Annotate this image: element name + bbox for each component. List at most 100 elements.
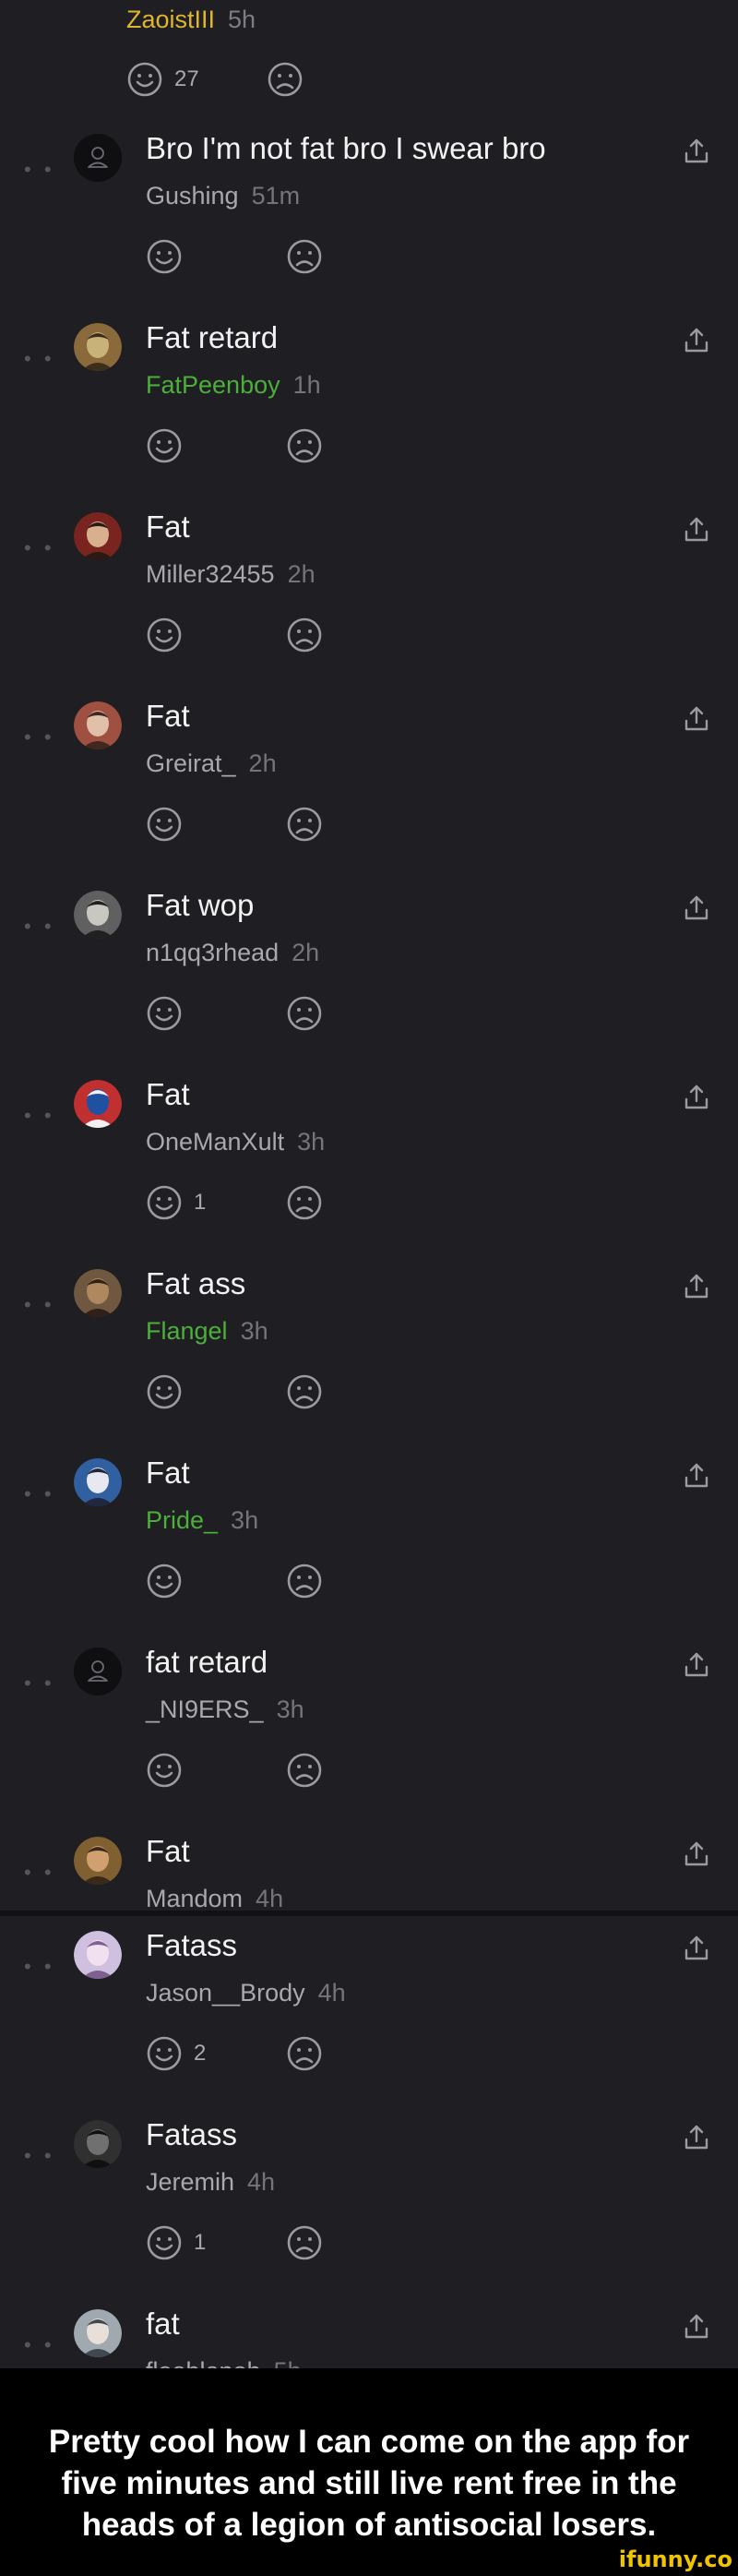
comment-author[interactable]: Greirat_ [146,749,236,777]
comment-author[interactable]: Pride_ [146,1506,218,1534]
author-name[interactable]: ZaoistIII [126,6,215,33]
comment-author[interactable]: ZaoistIII 5h [126,6,256,34]
thread-dots: • • [24,536,55,559]
avatar[interactable] [74,1458,122,1506]
avatar[interactable] [74,1647,122,1695]
share-icon[interactable] [683,327,710,354]
comment-time: 3h [231,1506,259,1534]
comment-author[interactable]: Miller32455 [146,560,275,588]
comment-author[interactable]: FatPeenboy [146,371,280,399]
avatar[interactable] [74,512,122,560]
thread-dots: • • [24,725,55,749]
share-icon[interactable] [683,1084,710,1111]
thread-dots: • • [24,347,55,370]
frown-icon[interactable] [267,61,304,98]
comment-text: Fat [146,1456,190,1490]
frown-icon[interactable] [286,1373,323,1410]
frown-icon[interactable] [286,427,323,464]
avatar[interactable] [74,1269,122,1317]
share-icon[interactable] [683,705,710,733]
avatar-photo [74,1269,122,1317]
smile-icon[interactable] [146,995,183,1032]
comment-text: Fat [146,509,190,544]
avatar[interactable] [74,323,122,371]
comment-author[interactable]: Mandom [146,1885,243,1911]
comment-time: 3h [276,1695,304,1723]
comment-author[interactable]: _NI9ERS_ [146,1695,264,1723]
smile-icon[interactable] [146,1184,183,1221]
thread-dots: • • [24,915,55,938]
share-icon[interactable] [683,2124,710,2151]
thread-dots: • • [24,1671,55,1695]
comment-time: 2h [248,749,277,777]
smile-reaction[interactable]: 1 [146,1184,286,1221]
avatar[interactable] [74,701,122,749]
comment-author[interactable]: Flangel [146,1317,228,1345]
frown-icon[interactable] [286,806,323,843]
avatar[interactable] [74,2309,122,2357]
comment-meta: FatPeenboy 1h [146,371,321,400]
reaction-row [146,238,323,275]
share-icon[interactable] [683,138,710,165]
share-icon[interactable] [683,1935,710,1962]
comment-meta: Gushing 51m [146,182,300,210]
smile-reaction[interactable] [146,238,286,275]
frown-icon[interactable] [286,2224,323,2261]
smile-reaction[interactable] [146,617,286,653]
share-icon[interactable] [683,2313,710,2341]
smile-reaction[interactable] [146,995,286,1032]
comment-item: • • Fatass Jeremih 4h 1 [0,2117,738,2309]
smile-icon[interactable] [146,427,183,464]
frown-icon[interactable] [286,1752,323,1789]
smile-icon[interactable] [126,61,163,98]
comment-author[interactable]: OneManXult [146,1128,284,1156]
smile-reaction[interactable] [146,1373,286,1410]
comment-text: Bro I'm not fat bro I swear bro [146,131,546,165]
smile-reaction[interactable]: 2 [146,2035,286,2072]
smile-reaction[interactable] [146,806,286,843]
smile-icon[interactable] [146,1752,183,1789]
comment-author[interactable]: Jason__Brody [146,1979,305,2007]
frown-icon[interactable] [286,617,323,653]
share-icon[interactable] [683,1273,710,1300]
avatar[interactable] [74,1931,122,1979]
frown-icon[interactable] [286,1563,323,1600]
smile-reaction[interactable] [146,1563,286,1600]
frown-icon[interactable] [286,2035,323,2072]
smile-icon[interactable] [146,1563,183,1600]
comment-author[interactable]: Gushing [146,182,239,210]
smile-reaction[interactable]: 1 [146,2224,286,2261]
smile-count: 1 [194,1190,207,1215]
avatar[interactable] [74,1837,122,1885]
avatar[interactable] [74,1080,122,1128]
share-icon[interactable] [683,1462,710,1490]
share-icon[interactable] [683,894,710,922]
share-icon[interactable] [683,516,710,544]
comment-item: • • Fatass Jason__Brody 4h 2 [0,1928,738,2120]
reaction-row: 1 [146,1184,323,1221]
thread-dots: • • [24,1104,55,1127]
avatar[interactable] [74,891,122,939]
thread-dots: • • [24,1482,55,1505]
frown-icon[interactable] [286,238,323,275]
share-icon[interactable] [683,1651,710,1679]
avatar[interactable] [74,2120,122,2168]
comment-item: • • Fat retard FatPeenboy 1h [0,320,738,512]
comment-author[interactable]: n1qq3rhead [146,939,279,966]
comment-author[interactable]: Jeremih [146,2168,234,2196]
smile-reaction[interactable] [146,427,286,464]
smile-icon[interactable] [146,2035,183,2072]
smile-icon[interactable] [146,806,183,843]
smile-reaction[interactable]: 27 [126,61,267,98]
share-icon[interactable] [683,1840,710,1868]
smile-icon[interactable] [146,1373,183,1410]
smile-icon[interactable] [146,617,183,653]
avatar-photo [74,1458,122,1506]
frown-icon[interactable] [286,1184,323,1221]
smile-icon[interactable] [146,238,183,275]
frown-icon[interactable] [286,995,323,1032]
smile-reaction[interactable] [146,1752,286,1789]
avatar[interactable] [74,134,122,182]
smile-icon[interactable] [146,2224,183,2261]
comment-time: 1h [292,371,321,399]
